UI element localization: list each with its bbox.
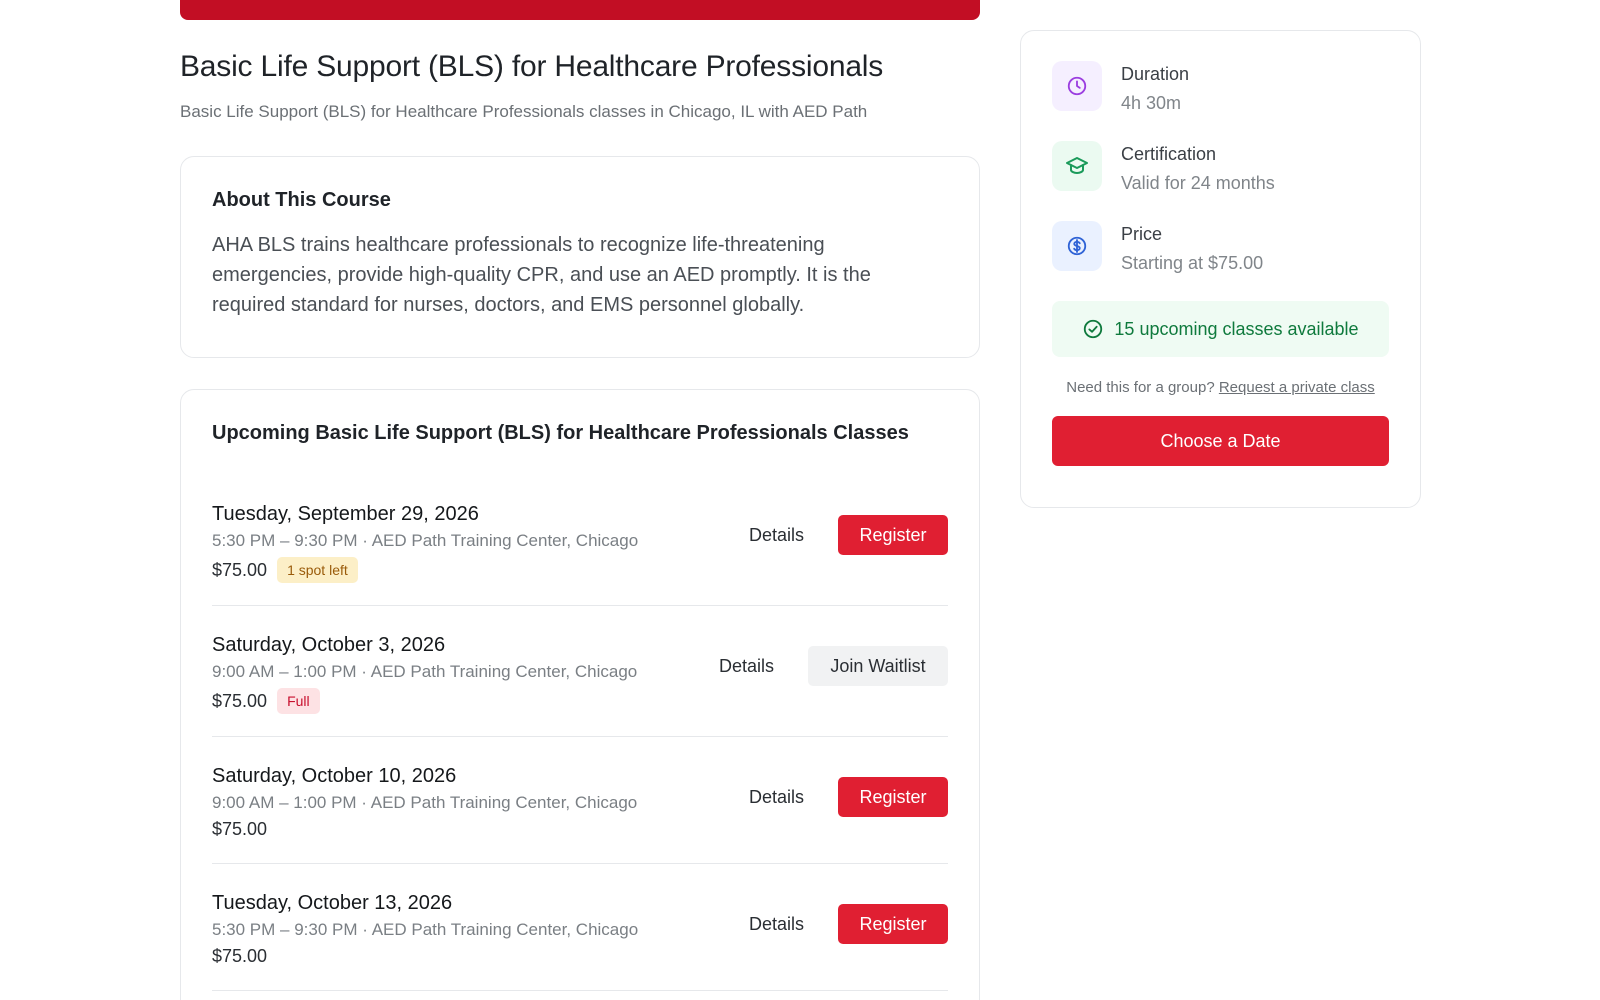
group-prompt: Need this for a group? — [1066, 379, 1215, 396]
availability-banner: 15 upcoming classes available — [1052, 301, 1389, 357]
price-label: Price — [1121, 224, 1163, 244]
class-meta: 9:00 AM – 1:00 PM · AED Path Training Ce… — [212, 662, 638, 681]
hero-banner-bottom — [180, 0, 980, 20]
join-waitlist-button[interactable]: Join Waitlist — [808, 646, 948, 686]
choose-date-button[interactable]: Choose a Date — [1052, 416, 1389, 466]
details-button[interactable]: Details — [749, 525, 804, 546]
register-button[interactable]: Register — [838, 515, 948, 555]
price-item: Price Starting at $75.00 — [1052, 221, 1389, 301]
certification-label: Certification — [1121, 144, 1217, 164]
page-title: Basic Life Support (BLS) for Healthcare … — [180, 50, 884, 83]
register-button[interactable]: Register — [838, 777, 948, 817]
class-price: $75.00 — [212, 946, 268, 966]
class-row: Tuesday, October 13, 2026 5:30 PM – 9:30… — [212, 864, 948, 991]
page-subtitle: Basic Life Support (BLS) for Healthcare … — [180, 102, 868, 121]
class-actions: Details Join Waitlist — [719, 646, 948, 686]
check-circle-icon — [1084, 319, 1103, 339]
class-date: Saturday, October 3, 2026 — [212, 634, 446, 656]
certification-item: Certification Valid for 24 months — [1052, 141, 1389, 221]
class-price: $75.00 — [212, 690, 268, 711]
class-price-line: $75.00 — [212, 819, 267, 840]
class-meta: 5:30 PM – 9:30 PM · AED Path Training Ce… — [212, 531, 639, 550]
class-price-line: $75.00 Full — [212, 688, 320, 714]
availability-text: 15 upcoming classes available — [1114, 318, 1359, 339]
class-date: Saturday, October 10, 2026 — [212, 765, 457, 787]
about-course-card: About This Course AHA BLS trains healthc… — [180, 156, 980, 358]
class-meta: 9:00 AM – 1:00 PM · AED Path Training Ce… — [212, 793, 638, 812]
class-date: Tuesday, September 29, 2026 — [212, 503, 479, 525]
register-button[interactable]: Register — [838, 904, 948, 944]
details-button[interactable]: Details — [749, 914, 804, 935]
class-price-line: $75.00 — [212, 946, 267, 967]
details-button[interactable]: Details — [719, 656, 774, 677]
about-heading: About This Course — [212, 189, 391, 211]
dollar-icon — [1052, 221, 1102, 271]
group-request-line: Need this for a group? Request a private… — [1052, 379, 1389, 396]
class-actions: Details Register — [749, 904, 948, 944]
class-date: Tuesday, October 13, 2026 — [212, 892, 453, 914]
duration-value: 4h 30m — [1121, 93, 1182, 113]
class-actions: Details Register — [749, 515, 948, 555]
class-row: Saturday, October 10, 2026 9:00 AM – 1:0… — [212, 737, 948, 864]
class-price: $75.00 — [212, 819, 268, 839]
class-row: Tuesday, September 29, 2026 5:30 PM – 9:… — [212, 475, 948, 606]
course-summary-sidebar: Duration 4h 30m Certification Valid for … — [1020, 30, 1421, 508]
full-badge: Full — [277, 688, 320, 714]
details-button[interactable]: Details — [749, 787, 804, 808]
class-price: $75.00 — [212, 559, 268, 580]
class-meta: 5:30 PM – 9:30 PM · AED Path Training Ce… — [212, 920, 639, 939]
about-description: AHA BLS trains healthcare professionals … — [212, 234, 871, 316]
class-price-line: $75.00 1 spot left — [212, 557, 358, 583]
spots-left-badge: 1 spot left — [277, 557, 358, 583]
graduation-cap-icon — [1052, 141, 1102, 191]
price-value: Starting at $75.00 — [1121, 253, 1264, 273]
clock-icon — [1052, 61, 1102, 111]
class-actions: Details Register — [749, 777, 948, 817]
class-row: Saturday, October 3, 2026 9:00 AM – 1:00… — [212, 606, 948, 737]
duration-item: Duration 4h 30m — [1052, 61, 1389, 141]
certification-value: Valid for 24 months — [1121, 173, 1275, 193]
duration-label: Duration — [1121, 64, 1190, 84]
request-private-class-link[interactable]: Request a private class — [1219, 379, 1375, 396]
classes-heading: Upcoming Basic Life Support (BLS) for He… — [212, 422, 909, 444]
upcoming-classes-card: Upcoming Basic Life Support (BLS) for He… — [180, 389, 980, 1000]
